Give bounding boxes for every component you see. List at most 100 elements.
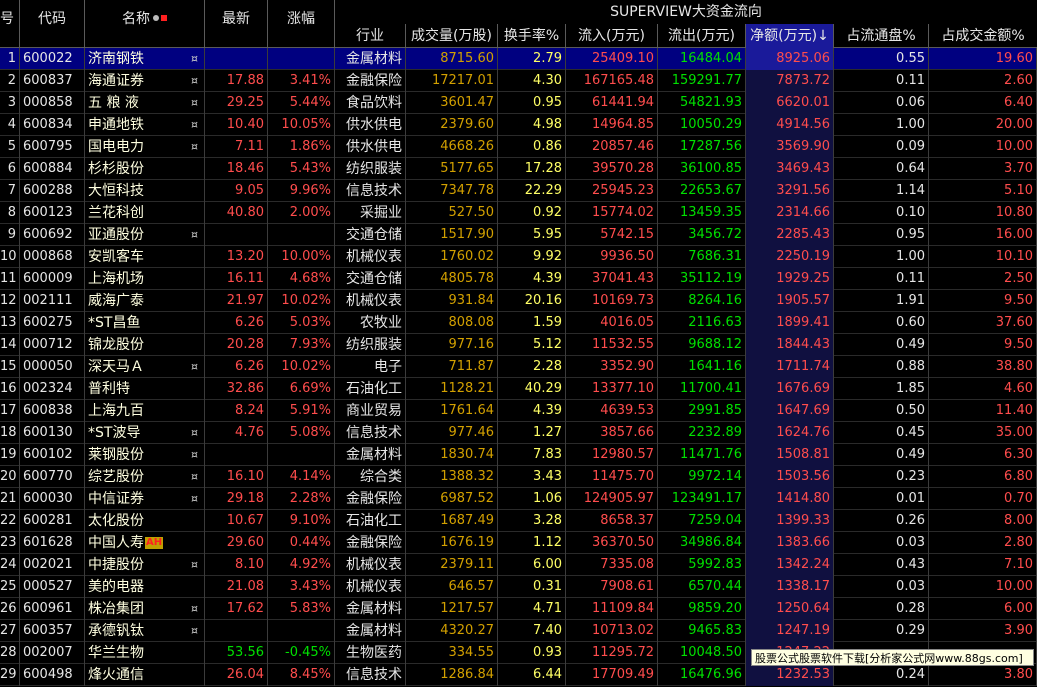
change-percent: 10.05% [268, 114, 335, 136]
margin-flag-icon: ¤ [191, 52, 198, 65]
table-row[interactable]: 13 600275 *ST昌鱼 6.26 5.03% 农牧业 808.08 1.59 4016.… [0, 312, 1037, 334]
header-name-label: 名称 [122, 10, 150, 27]
last-price: 8.24 [205, 400, 268, 422]
table-row[interactable]: 21 600030 中信证券 ¤ 29.18 2.28% 金融保险 6987.52 1.06 12… [0, 488, 1037, 510]
net-amount: 1844.43 [746, 334, 834, 356]
last-price: 17.88 [205, 70, 268, 92]
header-volume[interactable]: 成交量(万股) [406, 24, 498, 48]
last-price: 9.05 [205, 180, 268, 202]
stock-name: 美的电器 [85, 576, 205, 598]
outflow: 16484.04 [658, 48, 746, 70]
header-inflow[interactable]: 流入(万元) [566, 24, 658, 48]
table-row[interactable]: 3 000858 五 粮 液 ¤ 29.25 5.44% 食品饮料 3601.47 0.95 61… [0, 92, 1037, 114]
amount-ratio: 3.80 [929, 664, 1037, 686]
float-ratio: 0.95 [834, 224, 929, 246]
header-last[interactable]: 最新 [205, 0, 268, 48]
float-ratio: 0.64 [834, 158, 929, 180]
stock-name-text: 烽火通信 [88, 667, 144, 683]
table-row[interactable]: 8 600123 兰花科创 40.80 2.00% 采掘业 527.50 0.92 15774.… [0, 202, 1037, 224]
industry: 金融保险 [335, 532, 406, 554]
outflow: 5992.83 [658, 554, 746, 576]
table-row[interactable]: 20 600770 综艺股份 ¤ 16.10 4.14% 综合类 1388.32 3.43 114… [0, 466, 1037, 488]
table-row[interactable]: 27 600357 承德钒钛 ¤ 金属材料 4320.27 7.40 10713.02 9465… [0, 620, 1037, 642]
header-name[interactable]: 名称 [85, 0, 205, 48]
amount-ratio: 35.00 [929, 422, 1037, 444]
stock-code: 600130 [20, 422, 85, 444]
stock-name-text: 综艺股份 [88, 469, 144, 485]
header-turnover[interactable]: 换手率% [498, 24, 566, 48]
industry: 电子 [335, 356, 406, 378]
table-row[interactable]: 26 600961 株冶集团 ¤ 17.62 5.83% 金属材料 1217.57 4.71 11… [0, 598, 1037, 620]
header-outflow[interactable]: 流出(万元) [658, 24, 746, 48]
table-row[interactable]: 6 600884 杉杉股份 18.46 5.43% 纺织服装 5177.65 17.28 395… [0, 158, 1037, 180]
margin-flag-icon: ¤ [191, 448, 198, 461]
table-row[interactable]: 19 600102 莱钢股份 ¤ 金属材料 1830.74 7.83 12980.57 1147… [0, 444, 1037, 466]
outflow: 2991.85 [658, 400, 746, 422]
amount-ratio: 10.00 [929, 136, 1037, 158]
net-amount: 3569.90 [746, 136, 834, 158]
table-row[interactable]: 11 600009 上海机场 16.11 4.68% 交通仓储 4805.78 4.39 370… [0, 268, 1037, 290]
header-code[interactable]: 代码 [20, 0, 85, 48]
table-row[interactable]: 2 600837 海通证券 ¤ 17.88 3.41% 金融保险 17217.01 4.30 16… [0, 70, 1037, 92]
header-index[interactable]: 号 [0, 0, 20, 48]
row-index: 13 [0, 312, 20, 334]
table-row[interactable]: 10 000868 安凯客车 13.20 10.00% 机械仪表 1760.02 9.92 99… [0, 246, 1037, 268]
turnover-rate: 2.28 [498, 356, 566, 378]
amount-ratio: 8.00 [929, 510, 1037, 532]
table-row[interactable]: 29 600498 烽火通信 26.04 8.45% 信息技术 1286.84 6.44 177… [0, 664, 1037, 686]
inflow: 4639.53 [566, 400, 658, 422]
stock-code: 600961 [20, 598, 85, 620]
header-amount-ratio[interactable]: 占成交金额% [929, 24, 1037, 48]
table-row[interactable]: 18 600130 *ST波导 ¤ 4.76 5.08% 信息技术 977.46 1.27 385… [0, 422, 1037, 444]
net-amount: 1711.74 [746, 356, 834, 378]
table-row[interactable]: 9 600692 亚通股份 ¤ 交通仓储 1517.90 5.95 5742.15 3456.7… [0, 224, 1037, 246]
row-index: 17 [0, 400, 20, 422]
table-row[interactable]: 24 002021 中捷股份 ¤ 8.10 4.92% 机械仪表 2379.11 6.00 733… [0, 554, 1037, 576]
table-row[interactable]: 7 600288 大恒科技 9.05 9.96% 信息技术 7347.78 22.29 2594… [0, 180, 1037, 202]
stock-code: 600102 [20, 444, 85, 466]
row-index: 4 [0, 114, 20, 136]
table-row[interactable]: 4 600834 申通地铁 ¤ 10.40 10.05% 供水供电 2379.60 4.98 14… [0, 114, 1037, 136]
float-ratio: 0.24 [834, 664, 929, 686]
amount-ratio: 3.90 [929, 620, 1037, 642]
stock-name: 中国人寿 AH [85, 532, 205, 554]
industry: 金属材料 [335, 444, 406, 466]
table-row[interactable]: 17 600838 上海九百 8.24 5.91% 商业贸易 1761.64 4.39 4639… [0, 400, 1037, 422]
stock-code: 000858 [20, 92, 85, 114]
amount-ratio: 10.00 [929, 576, 1037, 598]
turnover-rate: 0.93 [498, 642, 566, 664]
table-row[interactable]: 25 000527 美的电器 21.08 3.43% 机械仪表 646.57 0.31 7908… [0, 576, 1037, 598]
volume: 711.87 [406, 356, 498, 378]
header-float-ratio[interactable]: 占流通盘% [834, 24, 929, 48]
table-row[interactable]: 14 000712 锦龙股份 20.28 7.93% 纺织服装 977.16 5.12 1153… [0, 334, 1037, 356]
last-price: 21.08 [205, 576, 268, 598]
turnover-rate: 5.12 [498, 334, 566, 356]
table-row[interactable]: 23 601628 中国人寿 AH 29.60 0.44% 金融保险 1676.19 1.12 3… [0, 532, 1037, 554]
net-amount: 1414.80 [746, 488, 834, 510]
table-row[interactable]: 12 002111 威海广泰 21.97 10.02% 机械仪表 931.84 20.16 10… [0, 290, 1037, 312]
amount-ratio: 6.80 [929, 466, 1037, 488]
table-row[interactable]: 22 600281 太化股份 10.67 9.10% 石油化工 1687.49 3.28 865… [0, 510, 1037, 532]
outflow: 9688.12 [658, 334, 746, 356]
stock-name: 国电电力 ¤ [85, 136, 205, 158]
row-index: 24 [0, 554, 20, 576]
volume: 5177.65 [406, 158, 498, 180]
net-amount: 1647.69 [746, 400, 834, 422]
net-amount: 6620.01 [746, 92, 834, 114]
row-index: 14 [0, 334, 20, 356]
table-row[interactable]: 15 000050 深天马Ａ ¤ 6.26 10.02% 电子 711.87 2.28 3352.… [0, 356, 1037, 378]
header-net[interactable]: 净额(万元)↓ [746, 24, 834, 48]
stock-name-text: 华兰生物 [88, 645, 144, 661]
table-row[interactable]: 16 002324 普利特 32.86 6.69% 石油化工 1128.21 40.29 133… [0, 378, 1037, 400]
superview-title: SUPERVIEW大资金流向 [610, 4, 762, 20]
change-percent: 5.03% [268, 312, 335, 334]
margin-flag-icon: ¤ [191, 470, 198, 483]
row-index: 27 [0, 620, 20, 642]
table-row[interactable]: 5 600795 国电电力 ¤ 7.11 1.86% 供水供电 4668.26 0.86 2085… [0, 136, 1037, 158]
header-industry[interactable]: 行业 [335, 24, 406, 48]
table-row[interactable]: 1 600022 济南钢铁 ¤ 金属材料 8715.60 2.79 25409.10 16484… [0, 48, 1037, 70]
net-amount: 1383.66 [746, 532, 834, 554]
header-change[interactable]: 涨幅 [268, 0, 335, 48]
row-index: 21 [0, 488, 20, 510]
float-ratio: 1.85 [834, 378, 929, 400]
